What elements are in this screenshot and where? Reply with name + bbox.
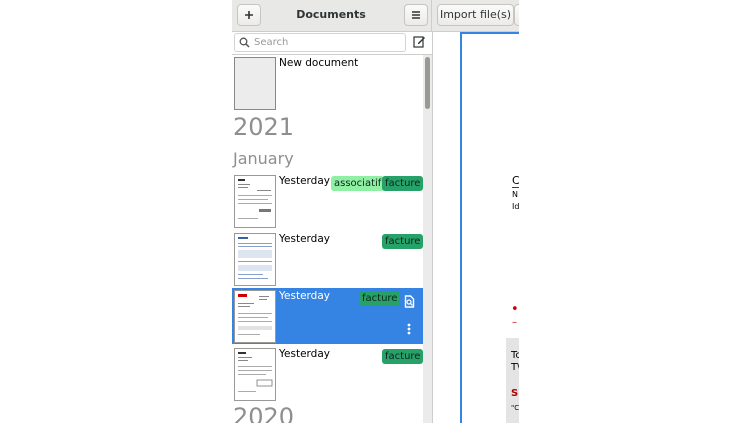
document-date: Yesterday [279, 348, 330, 360]
tag-facture[interactable]: facture [382, 349, 424, 364]
preview-text-c: C [512, 174, 519, 187]
documents-app-window: Documents Import file(s) Search New docu… [232, 0, 519, 423]
window-title: Documents [296, 8, 366, 21]
preview-dash: – [512, 317, 517, 328]
document-date: Yesterday [279, 233, 330, 245]
document-page-preview [238, 352, 273, 392]
preview-text-n: N [512, 190, 518, 199]
tag-facture[interactable]: facture [359, 291, 401, 306]
import-files-button[interactable]: Import file(s) [437, 4, 514, 26]
document-preview-pane: C N Id • – Tc T\ S "C [433, 32, 519, 423]
document-thumbnail [234, 348, 276, 401]
open-document-icon[interactable] [404, 295, 415, 308]
tag-facture[interactable]: facture [382, 234, 424, 249]
search-input[interactable]: Search [234, 33, 406, 52]
document-thumbnail [234, 175, 276, 228]
document-page-preview [238, 294, 272, 335]
new-document-thumbnail [234, 57, 276, 110]
document-page-preview [238, 179, 272, 219]
search-placeholder: Search [254, 37, 289, 48]
document-thumbnail [234, 290, 276, 343]
more-options-icon[interactable] [407, 323, 411, 335]
preview-box-text-2: T\ [511, 362, 519, 373]
preview-underline [512, 187, 519, 188]
new-document-item[interactable]: New document [232, 55, 423, 111]
header-divider [431, 0, 432, 31]
preview-box-text-1: Tc [511, 350, 519, 361]
preview-box-quote: "C [511, 404, 519, 412]
document-item[interactable]: Yesterday facture [232, 231, 424, 287]
document-date: Yesterday [279, 175, 330, 187]
search-icon [239, 37, 250, 48]
document-list: New document 2021 January Yesterday asso… [232, 55, 424, 423]
preview-bullet: • [511, 302, 519, 317]
year-heading-2021: 2021 [233, 113, 295, 141]
header-bar: Documents Import file(s) [232, 0, 519, 32]
sidebar-scrollbar-thumb[interactable] [425, 57, 430, 109]
tag-associatif[interactable]: associatif [331, 176, 385, 191]
document-item-selected[interactable]: Yesterday facture [232, 288, 423, 344]
hamburger-menu-icon [412, 11, 420, 19]
new-document-label: New document [279, 57, 359, 69]
add-button[interactable] [237, 4, 261, 26]
preview-text-id: Id [512, 202, 519, 211]
edit-document-icon[interactable] [413, 35, 426, 48]
header-extra-button[interactable] [514, 4, 519, 26]
document-item[interactable]: Yesterday associatif facture [232, 173, 424, 229]
document-date: Yesterday [279, 290, 330, 302]
search-bar: Search [232, 32, 432, 55]
document-thumbnail [234, 233, 276, 286]
plus-icon [245, 11, 253, 19]
tag-facture[interactable]: facture [382, 176, 424, 191]
main-menu-button[interactable] [404, 4, 428, 26]
year-heading-2020: 2020 [233, 403, 295, 423]
document-sidebar: Search New document 2021 January Yesterd… [232, 32, 433, 423]
document-item[interactable]: Yesterday facture [232, 346, 424, 402]
month-heading-january: January [233, 149, 294, 168]
sidebar-scrollbar[interactable] [423, 55, 432, 423]
document-page-preview [238, 237, 272, 279]
preview-box-red-text: S [511, 388, 519, 399]
preview-shaded-box: Tc T\ S "C [506, 338, 519, 423]
